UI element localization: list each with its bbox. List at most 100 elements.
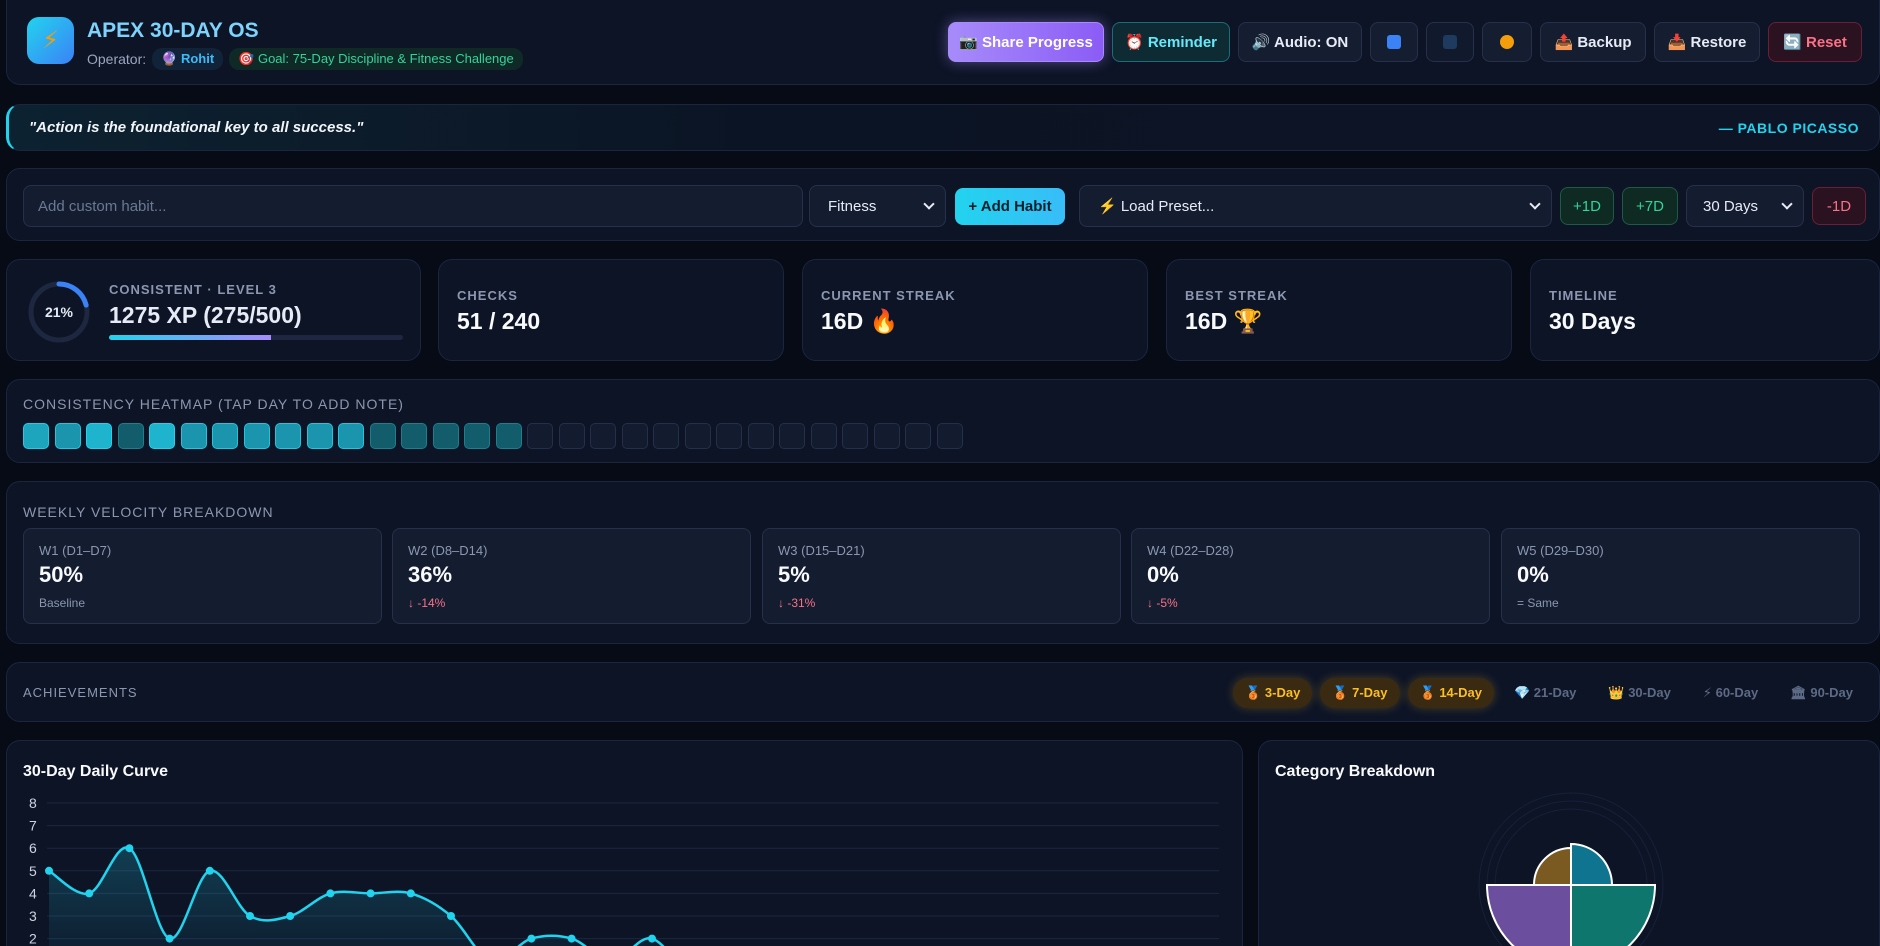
heatmap-title: CONSISTENCY HEATMAP (TAP DAY TO ADD NOTE… [23,396,404,412]
data-point [286,912,295,920]
achievement-badges: 🥉 3-Day 🥉 7-Day 🥉 14-Day 💎 21-Day 👑 30-Day ⚡ … [1233,678,1865,708]
achievement-badge: 🥉 14-Day [1407,678,1494,708]
heatmap-day-cell[interactable] [212,423,238,449]
xp-progress-bar [109,335,403,340]
heatmap-day-cell[interactable] [432,423,459,449]
heatmap-day-cell[interactable] [306,423,333,449]
reset-button[interactable]: 🔄 Reset [1768,22,1862,62]
y-tick-label: 7 [29,818,37,834]
heatmap-day-cell[interactable] [842,423,868,449]
week-delta: ↓ -5% [1147,596,1178,610]
week-delta: Baseline [39,596,86,610]
redo-button[interactable] [1426,22,1474,62]
week-value: 5% [778,562,810,587]
category-breakdown-card: Category Breakdown [1258,740,1880,946]
theme-toggle-button[interactable] [1482,22,1532,62]
category-select-value: Fitness [828,197,877,215]
y-tick-label: 6 [29,840,37,856]
app-title: APEX 30-DAY OS [87,19,259,42]
data-point [326,889,335,898]
xp-progress-fill [109,335,271,340]
level-card: 21% CONSISTENT · LEVEL 3 1275 XP (275/50… [6,259,421,361]
week-card: W4 (D22–D28) 0% ↓ -5% [1131,528,1490,624]
lightning-logo-icon: ⚡ [27,17,74,64]
heatmap-day-cell[interactable] [527,423,553,449]
heatmap-day-cell[interactable] [54,423,81,449]
heatmap-day-cell[interactable] [338,423,364,449]
restore-button[interactable]: 📥 Restore [1654,22,1760,62]
undo-icon [1387,35,1401,49]
achievement-badge: 🏛 90-Day [1790,685,1853,700]
minus-one-day-button[interactable]: -1D [1812,187,1866,225]
y-tick-label: 5 [29,863,37,879]
heatmap-day-cell[interactable] [23,423,49,449]
chart-title: 30-Day Daily Curve [23,763,168,780]
week-delta: ↓ -14% [408,596,446,610]
heatmap-day-cell[interactable] [243,423,270,449]
data-point [125,844,134,853]
chevron-down-icon [923,198,935,210]
heatmap-day-cell[interactable] [873,423,900,449]
plus-seven-days-button[interactable]: +7D [1622,187,1678,225]
plus-one-day-button[interactable]: +1D [1560,187,1614,225]
achievements-panel: ACHIEVEMENTS 🥉 3-Day 🥉 7-Day 🥉 14-Day 💎 21-… [6,662,1880,722]
week-card: W3 (D15–D21) 5% ↓ -31% [762,528,1121,624]
backup-button[interactable]: 📤 Backup [1540,22,1646,62]
category-segment [1532,846,1572,886]
reminder-button[interactable]: ⏰ Reminder [1112,22,1230,62]
heatmap-day-cell[interactable] [86,423,112,449]
data-point [648,934,656,943]
chevron-down-icon [1781,198,1793,210]
week-value: 36% [408,562,453,587]
heatmap-day-cell[interactable] [810,423,837,449]
audio-toggle-button[interactable]: 🔊 Audio: ON [1238,22,1362,62]
heatmap-day-cell[interactable] [401,423,427,449]
quote-text: "Action is the foundational key to all s… [29,119,364,136]
share-progress-button[interactable]: 📷 Share Progress [948,22,1104,62]
week-label: W4 (D22–D28) [1147,543,1234,558]
heatmap-day-cell[interactable] [936,423,963,449]
heatmap-day-cell[interactable] [180,423,207,449]
heatmap-day-cell[interactable] [716,423,742,449]
habit-input[interactable]: Add custom habit... [23,185,803,227]
heatmap-day-cell[interactable] [464,423,490,449]
heatmap-day-cell[interactable] [495,423,522,449]
preset-select-value: ⚡ Load Preset... [1098,198,1215,215]
week-card: W5 (D29–D30) 0% = Same [1501,528,1860,624]
current-streak-value: 16D 🔥 [821,308,899,334]
heatmap-day-cell[interactable] [684,423,711,449]
achievement-badge: 💎 21-Day [1513,685,1577,700]
heatmap-day-cell[interactable] [779,423,805,449]
week-label: W5 (D29–D30) [1517,543,1604,558]
week-value: 50% [39,562,84,587]
quote-banner: "Action is the foundational key to all s… [6,104,1880,151]
heatmap-day-cell[interactable] [117,423,144,449]
achievement-badge: ⚡ 60-Day [1702,685,1759,700]
duration-select[interactable]: 30 Days [1686,185,1804,227]
category-polar-chart [1478,792,1664,946]
heatmap-day-cell[interactable] [275,423,301,449]
checks-label: CHECKS [457,288,518,303]
heatmap-day-cell[interactable] [149,423,175,449]
heatmap-day-cell[interactable] [905,423,931,449]
category-segment [1570,884,1657,946]
preset-select[interactable]: ⚡ Load Preset... [1079,185,1552,227]
operator-row: Operator: 🔮 Rohit 🎯 Goal: 75-Day Discipl… [87,48,523,70]
heatmap-day-cell[interactable] [369,423,396,449]
heatmap-day-cell[interactable] [747,423,774,449]
data-point [406,889,415,898]
week-card: W1 (D1–D7) 50% Baseline [23,528,382,624]
heatmap-day-cell[interactable] [653,423,679,449]
data-point [85,889,94,898]
data-point [567,934,576,943]
add-habit-button[interactable]: + Add Habit [955,188,1065,225]
heatmap-day-cell[interactable] [558,423,585,449]
category-select[interactable]: Fitness [809,185,946,227]
undo-button[interactable] [1370,22,1418,62]
heatmap-day-cell[interactable] [590,423,616,449]
app-header: ⚡ APEX 30-DAY OS Operator: 🔮 Rohit 🎯 Goa… [6,0,1880,85]
heatmap-day-cell[interactable] [621,423,648,449]
week-value: 0% [1147,562,1179,587]
timeline-label: TIMELINE [1549,288,1618,303]
week-card: W2 (D8–D14) 36% ↓ -14% [392,528,751,624]
